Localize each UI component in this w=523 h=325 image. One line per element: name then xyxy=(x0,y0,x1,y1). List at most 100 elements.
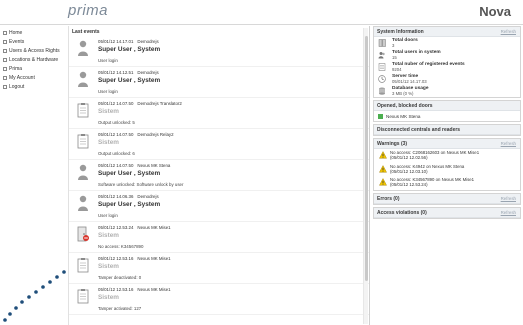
top-bar: prima Nova xyxy=(0,0,523,25)
event-date: 05/01/12 14.07.50 xyxy=(98,101,134,106)
event-source: Demodrejs Relay2 xyxy=(137,132,174,137)
clipboard-icon xyxy=(77,258,89,273)
panel-title: Disconnected centrals and readers xyxy=(377,127,461,133)
event-title: Sistem xyxy=(98,108,119,115)
refresh-link[interactable]: Refresh xyxy=(501,210,516,215)
sidebar-item-locations-hardware[interactable]: Locations & Hardware xyxy=(0,56,66,64)
doors-icon xyxy=(378,39,386,47)
last-events-panel: Last events 05/01/12 14.17.01 Demodrejs S… xyxy=(68,26,370,325)
event-desc: User login xyxy=(98,89,118,94)
event-row[interactable]: 05/01/12 14.12.51 Demodrejs Super User , … xyxy=(69,67,369,98)
warning-item[interactable]: No access: K4942 on Nexus MK Stena (05/0… xyxy=(374,163,520,177)
event-source: Nexus MK Mise1 xyxy=(137,287,171,292)
checkbox-icon xyxy=(3,67,7,71)
warning-time: (05/01/12 12.03.10) xyxy=(390,168,428,174)
event-source: Demodrejs xyxy=(137,194,159,199)
checkbox-icon xyxy=(3,85,7,89)
event-title: Sistem xyxy=(98,263,119,270)
event-title: Sistem xyxy=(98,294,119,301)
panel-title: Errors (0) xyxy=(377,195,400,202)
users-icon xyxy=(378,52,385,59)
warnings-panel: Warnings (3) Refresh No access: C2068162… xyxy=(373,138,521,191)
database-icon xyxy=(379,87,385,95)
errors-panel: Errors (0) Refresh xyxy=(373,192,521,205)
event-date: 05/01/12 14.07.50 xyxy=(98,132,134,137)
sidebar: Home Events Users & Access Rights Locati… xyxy=(0,26,66,325)
event-desc: Output unlocked: 5 xyxy=(98,120,135,125)
event-desc: Output unlocked: 6 xyxy=(98,151,135,156)
sidebar-item-users-access-rights[interactable]: Users & Access Rights xyxy=(0,47,66,55)
prima-logo: prima xyxy=(68,2,109,19)
event-meta: 05/01/12 14.07.50 Demodrejs Relay2 xyxy=(98,132,178,137)
clipboard-icon xyxy=(77,289,89,304)
event-date: 05/01/12 14.12.51 xyxy=(98,70,134,75)
stat-row: Total users in system 15 xyxy=(374,49,520,61)
door-label: Nexus MK Stena xyxy=(386,113,421,119)
event-desc: User login xyxy=(98,58,118,63)
event-row[interactable]: 05/01/12 12.53.24 Nexus MK Mise1 Sistem N… xyxy=(69,222,369,253)
warning-icon xyxy=(379,178,387,186)
sidebar-item-logout[interactable]: Logout xyxy=(0,83,66,91)
event-row[interactable]: 05/01/12 14.07.50 Nexus MK Stena Super Us… xyxy=(69,160,369,191)
sidebar-item-label: Logout xyxy=(9,84,25,90)
event-row[interactable]: 05/01/12 14.07.50 Demodrejs Relay2 Sistem… xyxy=(69,129,369,160)
sidebar-item-prima[interactable]: Prima xyxy=(0,65,66,73)
sidebar-item-my-account[interactable]: My Account xyxy=(0,74,66,82)
scrollbar-thumb[interactable] xyxy=(365,36,368,281)
sidebar-item-events[interactable]: Events xyxy=(0,38,66,46)
stat-value: 9204 xyxy=(392,67,402,72)
event-source: Nexus MK Stena xyxy=(137,163,171,168)
user-icon xyxy=(78,71,88,87)
disconnected-centrals-panel: Disconnected centrals and readers xyxy=(373,124,521,136)
warning-icon xyxy=(379,151,387,159)
system-information-panel: System Information Refresh Total doors 3… xyxy=(373,26,521,98)
event-desc: Tamper activated: 127 xyxy=(98,306,142,311)
warning-time: (05/01/12 12.02.56) xyxy=(390,155,428,161)
event-row[interactable]: 05/01/12 14.06.36 Demodrejs Super User , … xyxy=(69,191,369,222)
event-meta: 05/01/12 14.07.50 Nexus MK Stena xyxy=(98,163,174,168)
checkbox-icon xyxy=(3,49,7,53)
stat-row: Database usage 3 MB (0 %) xyxy=(374,85,520,97)
door-no-access-icon xyxy=(77,226,89,242)
panel-header: Errors (0) Refresh xyxy=(374,193,520,204)
door-item[interactable]: Nexus MK Stena xyxy=(374,111,520,121)
event-row[interactable]: 05/01/12 12.53.16 Nexus MK Mise1 Sistem T… xyxy=(69,253,369,284)
event-title: Super User , System xyxy=(98,170,161,177)
events-icon xyxy=(378,63,386,71)
user-icon xyxy=(78,195,88,211)
event-row[interactable]: 05/01/12 14.17.01 Demodrejs Super User , … xyxy=(69,36,369,67)
refresh-link[interactable]: Refresh xyxy=(501,29,516,34)
events-scrollbar[interactable] xyxy=(363,28,368,324)
opened-blocked-doors-panel: Opened, blocked doors Nexus MK Stena xyxy=(373,100,521,122)
event-title: Super User , System xyxy=(98,201,161,208)
stat-value: 3 xyxy=(392,43,395,48)
warning-time: (05/01/12 12.53.24) xyxy=(390,182,428,188)
warning-item[interactable]: No access: C2068162603 on Nexus MK Mise1… xyxy=(374,149,520,163)
event-meta: 05/01/12 14.07.50 Demodrejs Translator2 xyxy=(98,101,186,106)
event-title: Sistem xyxy=(98,139,119,146)
sidebar-item-home[interactable]: Home xyxy=(0,29,66,37)
panel-header: System Information Refresh xyxy=(374,27,520,37)
event-desc: User login xyxy=(98,213,118,218)
event-date: 05/01/12 12.53.24 xyxy=(98,225,134,230)
checkbox-icon xyxy=(3,31,7,35)
event-date: 05/01/12 12.53.16 xyxy=(98,287,134,292)
event-date: 05/01/12 14.17.01 xyxy=(98,39,134,44)
stat-row: Total nuber of registered events 9204 xyxy=(374,61,520,73)
event-desc: Software unlocked: Software unlock by us… xyxy=(98,182,184,187)
sidebar-item-label: Home xyxy=(9,30,23,36)
panel-title: Access violations (0) xyxy=(377,209,427,216)
event-row[interactable]: 05/01/12 14.07.50 Demodrejs Translator2 S… xyxy=(69,98,369,129)
panel-header: Opened, blocked doors xyxy=(374,101,520,111)
panel-header: Disconnected centrals and readers xyxy=(374,125,520,135)
event-desc: Tamper deactivated: 0 xyxy=(98,275,142,280)
sidebar-item-label: Events xyxy=(9,39,25,45)
refresh-link[interactable]: Refresh xyxy=(501,141,516,146)
event-meta: 05/01/12 12.53.24 Nexus MK Mise1 xyxy=(98,225,175,230)
event-date: 05/01/12 14.07.50 xyxy=(98,163,134,168)
warning-item[interactable]: No access: K34567890 on Nexus MK Mise1 (… xyxy=(374,176,520,190)
event-date: 05/01/12 12.53.16 xyxy=(98,256,134,261)
event-meta: 05/01/12 12.53.16 Nexus MK Mise1 xyxy=(98,256,175,261)
refresh-link[interactable]: Refresh xyxy=(501,196,516,201)
event-row[interactable]: 05/01/12 12.53.16 Nexus MK Mise1 Sistem T… xyxy=(69,284,369,315)
